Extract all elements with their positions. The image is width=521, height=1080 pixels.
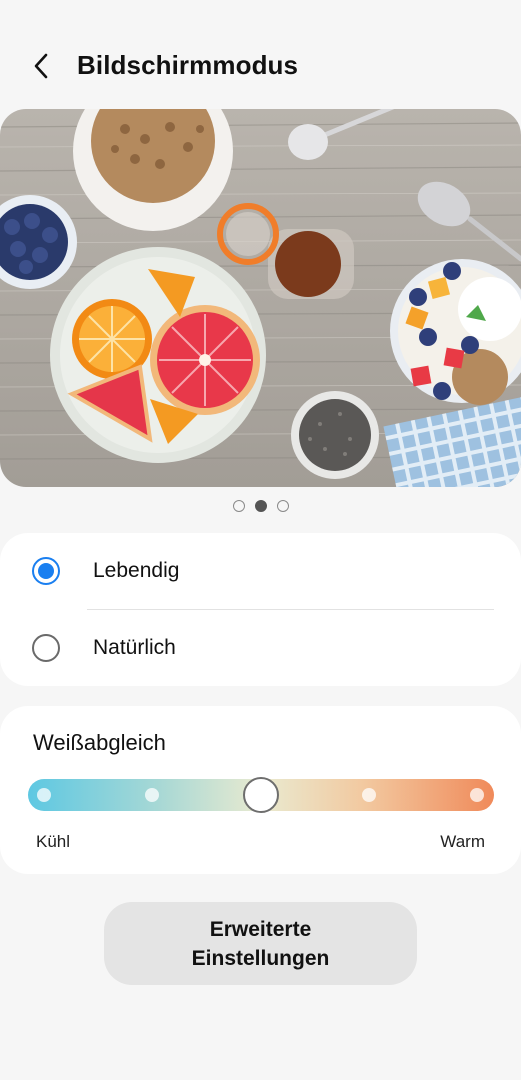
radio-button-selected[interactable] xyxy=(32,557,60,585)
slider-step xyxy=(145,788,159,802)
slider-step xyxy=(37,788,51,802)
advanced-settings-button[interactable]: Erweiterte Einstellungen xyxy=(104,902,417,985)
page-dot[interactable] xyxy=(232,500,245,512)
slider-step xyxy=(362,788,376,802)
page-indicator xyxy=(0,500,521,512)
slider-min-label: Kühl xyxy=(36,832,71,851)
page-dot-active[interactable] xyxy=(254,500,267,512)
option-label: Lebendig xyxy=(93,559,180,582)
screen-mode-card: Lebendig Natürlich xyxy=(0,533,521,686)
slider-thumb[interactable] xyxy=(243,777,279,813)
radio-button[interactable] xyxy=(32,634,60,662)
white-balance-card: Weißabgleich Kühl Warm xyxy=(0,706,521,874)
white-balance-slider[interactable] xyxy=(28,777,494,813)
page-dot[interactable] xyxy=(276,500,289,512)
preview-image[interactable] xyxy=(0,109,521,487)
back-button[interactable] xyxy=(22,46,62,86)
page-title: Bildschirmmodus xyxy=(77,50,299,80)
app-header: Bildschirmmodus xyxy=(0,30,521,104)
advanced-settings-label: Erweiterte Einstellungen xyxy=(191,917,330,970)
slider-step xyxy=(470,788,484,802)
option-label: Natürlich xyxy=(93,636,176,659)
white-balance-title: Weißabgleich xyxy=(33,730,166,755)
slider-max-label: Warm xyxy=(440,832,485,851)
option-lebendig[interactable]: Lebendig xyxy=(0,533,521,609)
option-natuerlich[interactable]: Natürlich xyxy=(0,610,521,686)
chevron-left-icon xyxy=(34,53,48,79)
